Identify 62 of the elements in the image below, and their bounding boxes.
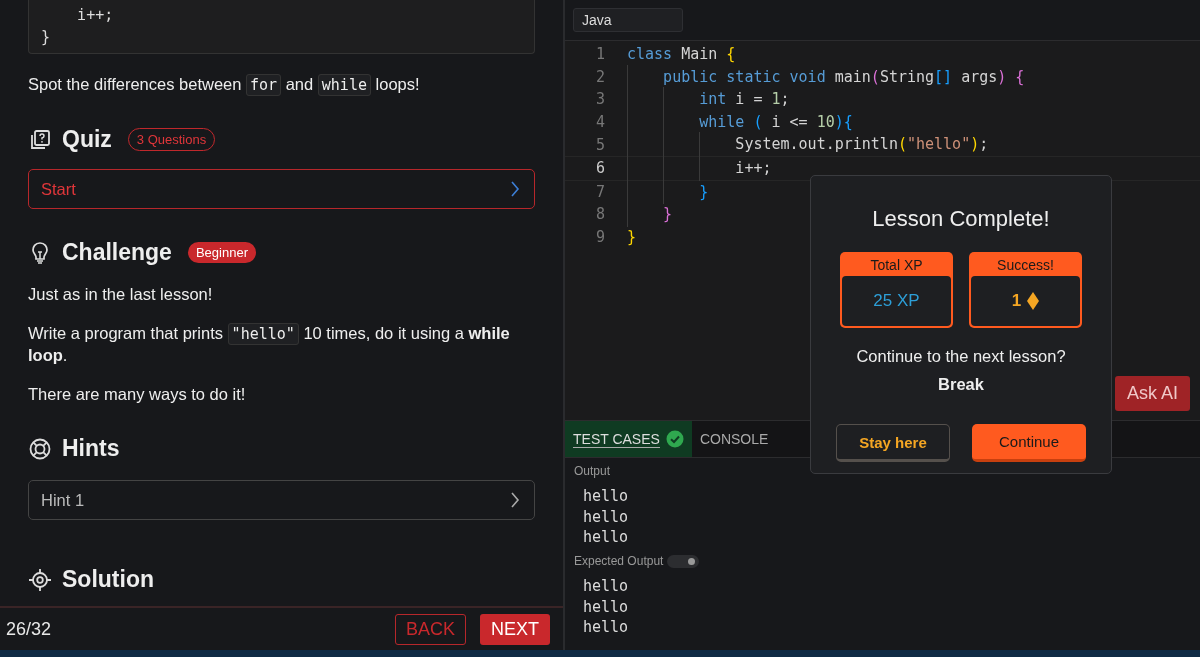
tab[interactable]: TEST CASES [565,421,692,457]
language-select[interactable]: Java [573,8,683,32]
code-line: i++; [627,156,772,180]
code-line: } [41,27,52,48]
code-line: int i = 1; [627,88,790,111]
paragraph: Spot the differences between for and while loops! [28,74,421,96]
line-number: 2 [594,67,605,86]
ask-ai-button[interactable]: Ask AI [1114,376,1190,411]
chevron-right-icon [508,491,522,509]
output-label: Output [574,464,612,478]
code-line: while ( i <= 10){ [627,110,853,134]
paragraph: Just as in the last lesson! [28,284,214,305]
output-line: hello [583,596,630,617]
diamond-icon [1027,292,1040,310]
line-number: 4 [594,113,605,132]
dialog-question: Continue to the next lesson? [856,347,1066,366]
code-line: System.out.println("hello"); [627,133,989,156]
line-number: 3 [594,90,605,109]
code-line: i++; [76,5,115,26]
quiz-icon [28,127,52,152]
output-line: hello [583,576,630,597]
line-number: 5 [594,135,605,154]
code-line: } [627,226,637,248]
section-title: Challenge [62,239,172,266]
dialog-title: Lesson Complete! [872,206,1050,232]
code-line: class Main { [627,44,736,65]
toggle-switch[interactable] [667,554,700,568]
section-title: Solution [62,566,154,593]
stat-label: Success! [996,256,1055,275]
lifebuoy-icon [28,436,52,461]
progress-counter: 26/32 [6,618,52,640]
line-number: 6 [594,159,605,178]
badge: Beginner [187,242,256,263]
start-button[interactable]: Start [28,169,535,209]
output-line: hello [583,506,630,527]
break-label: Break [938,375,984,394]
section-title: Quiz [62,126,112,153]
output-line: hello [583,486,630,507]
paragraph: Write a program that prints "hello" 10 times, do it using a while loop. [28,323,511,366]
continue-button[interactable]: Continue [972,424,1086,462]
code-line: } [627,180,709,204]
paragraph: There are many ways to do it! [28,384,247,405]
section-title: Hints [62,435,120,462]
stay-here-button[interactable]: Stay here [836,424,950,462]
expected-output-label: Expected Output [574,554,664,568]
output-line: hello [583,527,630,548]
stat-value: 1 [1011,291,1022,311]
line-number: 9 [594,228,605,247]
code-line: } [627,203,673,226]
next-button[interactable]: NEXT [480,613,550,645]
stat-value: 25 XP [873,291,920,311]
chevron-right-icon [508,180,522,198]
tab[interactable]: CONSOLE [691,421,777,457]
stat-label: Total XP [869,256,924,275]
line-number: 1 [594,45,605,64]
output-line: hello [583,617,630,638]
check-circle-icon [665,430,684,448]
line-number: 8 [594,205,605,224]
hint-button[interactable]: Hint 1 [28,480,535,520]
code-line: public static void main(String[] args) { [627,65,1025,89]
line-number: 7 [594,182,605,201]
crosshair-icon [28,567,52,592]
